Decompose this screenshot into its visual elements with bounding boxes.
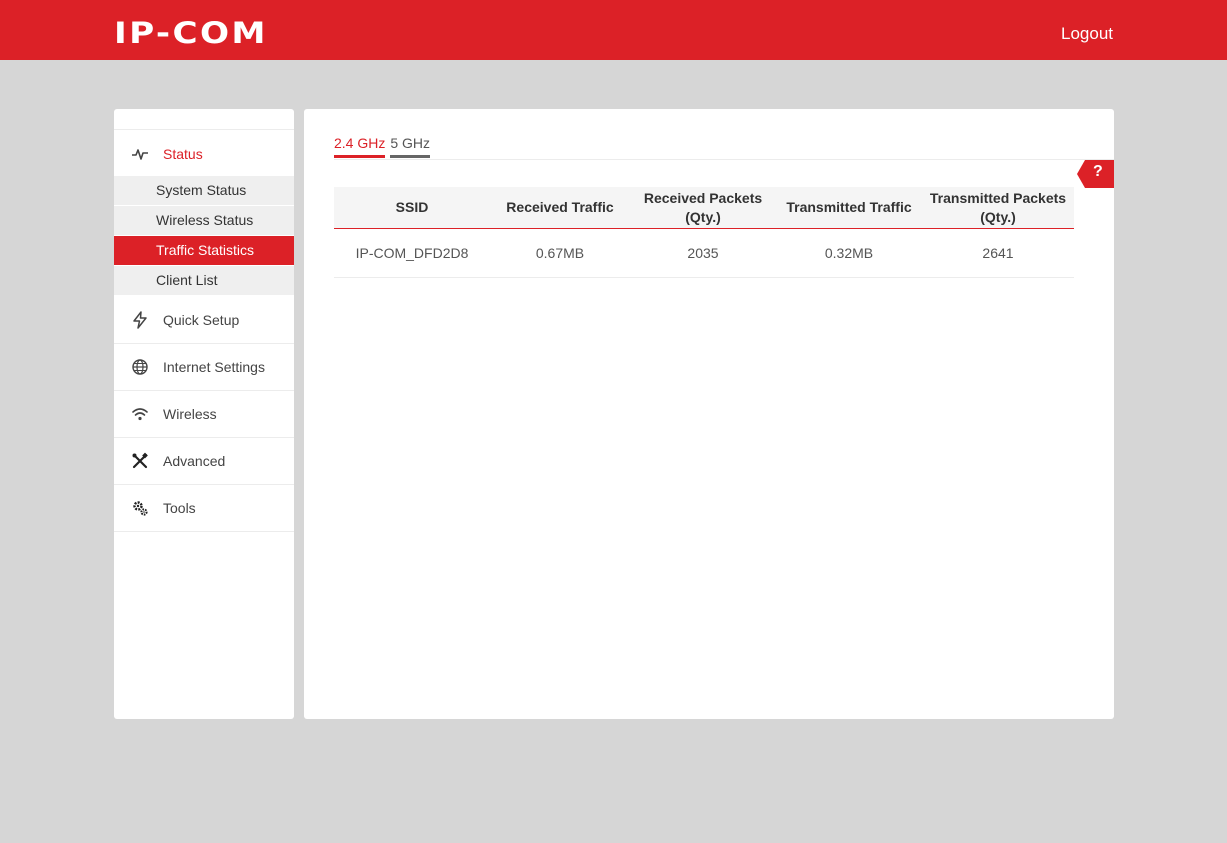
column-header-transmitted-traffic: Transmitted Traffic <box>786 199 912 215</box>
sidebar-item-status[interactable]: Status <box>114 130 294 177</box>
sidebar-item-label: Internet Settings <box>163 359 265 375</box>
main-panel: 2.4 GHz 5 GHz ? SSID Received Traffic Re… <box>304 109 1114 719</box>
sidebar-item-quick-setup[interactable]: Quick Setup <box>114 297 294 344</box>
sidebar-item-label: Status <box>163 145 203 162</box>
table-row: IP-COM_DFD2D8 0.67MB 2035 0.32MB 2641 <box>334 229 1074 278</box>
cell-transmitted-traffic: 0.32MB <box>824 244 874 261</box>
cell-transmitted-packets: 2641 <box>982 244 1014 261</box>
tab-5ghz[interactable]: 5 GHz <box>390 135 431 158</box>
help-button[interactable]: ? <box>1077 160 1114 188</box>
cell-ssid: IP-COM_DFD2D8 <box>355 244 469 261</box>
sidebar-subitem-wireless-status[interactable]: Wireless Status <box>114 206 294 235</box>
sidebar-item-label: Advanced <box>163 453 226 469</box>
sidebar-subitem-system-status[interactable]: System Status <box>114 176 294 205</box>
sidebar-item-label: Wireless <box>163 406 217 422</box>
column-header-ssid: SSID <box>395 199 429 215</box>
cell-received-traffic: 0.67MB <box>535 244 585 261</box>
sidebar-item-tools[interactable]: Tools <box>114 485 294 532</box>
lightning-icon <box>131 311 149 329</box>
cell-received-packets: 2035 <box>687 244 719 261</box>
sidebar-item-label: Quick Setup <box>163 312 240 328</box>
column-header-received-traffic: Received Traffic <box>506 199 614 215</box>
sidebar-item-advanced[interactable]: Advanced <box>114 438 294 485</box>
column-header-received-packets: Received Packets (Qty.) <box>643 189 763 225</box>
table-header: SSID Received Traffic Received Packets (… <box>334 187 1074 229</box>
sidebar-item-internet-settings[interactable]: Internet Settings <box>114 344 294 391</box>
logout-button[interactable]: Logout <box>1061 24 1113 44</box>
pulse-icon <box>131 145 149 163</box>
column-header-transmitted-packets: Transmitted Packets (Qty.) <box>929 189 1067 225</box>
band-tabs: 2.4 GHz 5 GHz <box>334 135 435 158</box>
help-icon: ? <box>1093 163 1103 180</box>
sidebar-subitem-client-list[interactable]: Client List <box>114 266 294 295</box>
sidebar-item-label: Tools <box>163 500 196 516</box>
tools-icon <box>131 452 149 470</box>
wifi-icon <box>131 405 149 423</box>
tab-2-4ghz[interactable]: 2.4 GHz <box>334 135 386 158</box>
sidebar-item-wireless[interactable]: Wireless <box>114 391 294 438</box>
sidebar-subitem-traffic-statistics[interactable]: Traffic Statistics <box>114 236 294 265</box>
ip-com-logo: IP-COM <box>114 16 268 50</box>
gears-icon <box>131 499 149 517</box>
top-bar: IP-COM Logout <box>0 0 1227 60</box>
divider <box>334 159 1114 160</box>
traffic-table: SSID Received Traffic Received Packets (… <box>334 187 1074 278</box>
sidebar-nav: Status System Status Wireless Status Tra… <box>114 109 294 719</box>
globe-icon <box>131 358 149 376</box>
